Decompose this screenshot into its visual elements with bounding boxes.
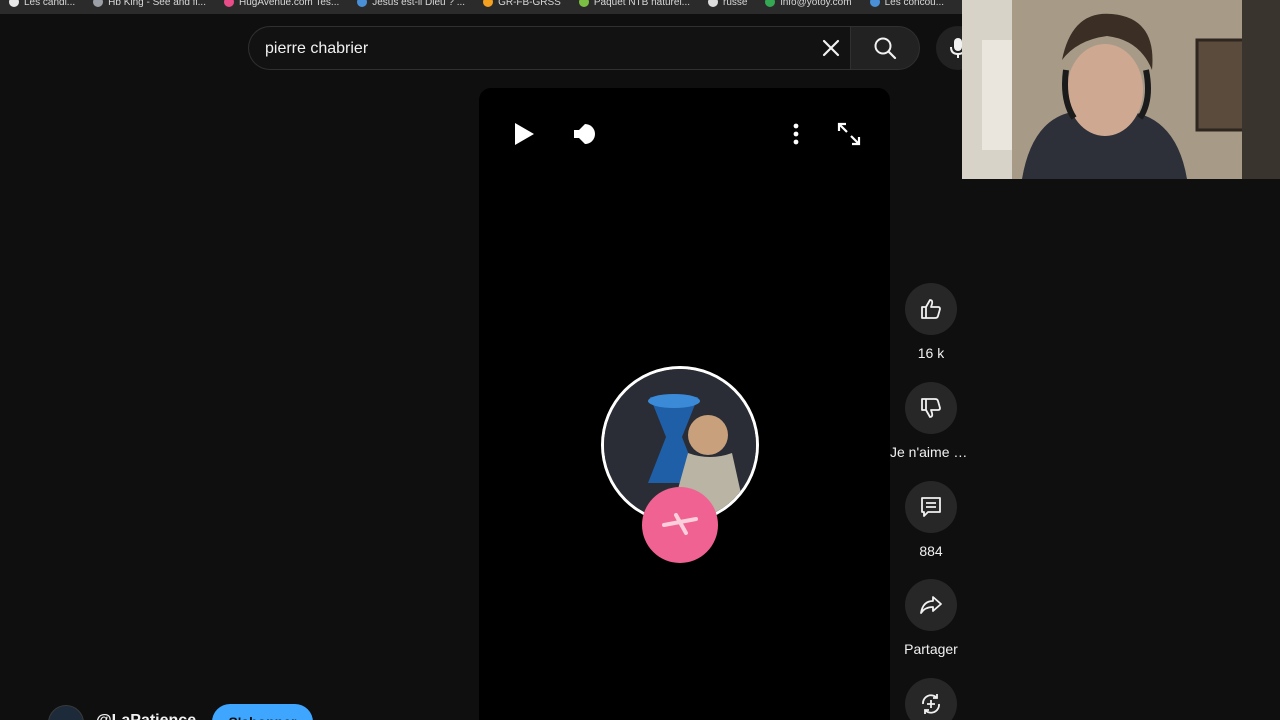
bookmark-label: Hb King - See and fi... — [108, 0, 206, 8]
bookmark-item[interactable]: Hb King - See and fi... — [84, 0, 215, 9]
like-count: 16 k — [917, 345, 945, 361]
bookmark-item[interactable]: HugAvenue.com Tes... — [215, 0, 348, 9]
play-button[interactable] — [508, 118, 540, 150]
bookmark-favicon-icon — [9, 0, 19, 7]
share-icon — [920, 596, 942, 614]
bookmark-item[interactable]: Les concou... — [861, 0, 953, 9]
fullscreen-button[interactable] — [833, 118, 865, 150]
thumbs-down-icon — [921, 398, 941, 418]
bookmark-label: Jésus est-il Dieu ? ... — [372, 0, 466, 8]
bookmark-favicon-icon — [93, 0, 104, 7]
bookmark-label: Les concou... — [884, 0, 945, 8]
subscribe-button[interactable]: S'abonner — [212, 704, 313, 720]
video-frame-image — [601, 366, 759, 563]
share-label: Partager — [904, 641, 958, 657]
bookmark-item[interactable]: Paquet NTB naturel... — [570, 0, 699, 9]
bookmark-item[interactable]: info@yotoy.com — [756, 0, 860, 9]
like-action: 16 k — [890, 283, 972, 361]
bookmark-favicon-icon — [869, 0, 880, 7]
bookmark-favicon-icon — [357, 0, 368, 7]
bookmark-favicon-icon — [483, 0, 494, 7]
comment-icon — [921, 497, 941, 517]
bookmark-item[interactable]: Jésus est-il Dieu ? ... — [348, 0, 474, 9]
play-icon — [515, 123, 534, 145]
remix-action — [890, 678, 972, 720]
bookmark-favicon-icon — [224, 0, 234, 7]
search-button[interactable] — [850, 26, 920, 70]
bookmark-label: info@yotoy.com — [780, 0, 852, 8]
volume-button[interactable] — [568, 118, 600, 150]
more-options-button[interactable] — [780, 118, 812, 150]
search-input[interactable] — [265, 37, 805, 61]
dislike-action: Je n'aime pas — [890, 382, 972, 460]
bookmark-label: HugAvenue.com Tes... — [239, 0, 340, 8]
like-button[interactable] — [905, 283, 957, 335]
bookmark-label: Paquet NTB naturel... — [593, 0, 691, 8]
bookmark-item[interactable]: russe — [699, 0, 756, 9]
bookmark-favicon-icon — [765, 0, 776, 7]
clear-search-button[interactable] — [814, 31, 848, 65]
search-box — [248, 26, 850, 70]
more-vert-icon — [793, 123, 799, 145]
bookmark-favicon-icon — [578, 0, 589, 7]
comment-count: 884 — [919, 543, 943, 559]
bookmark-label: russe — [723, 0, 748, 8]
channel-avatar[interactable] — [48, 705, 84, 720]
dislike-label: Je n'aime pas — [890, 444, 972, 460]
search-icon — [874, 37, 897, 60]
thumbs-up-icon — [921, 299, 941, 319]
volume-icon — [574, 124, 595, 144]
fullscreen-icon — [837, 122, 861, 146]
bookmark-favicon-icon — [708, 0, 719, 7]
remix-button[interactable] — [905, 678, 957, 720]
close-icon — [822, 39, 840, 57]
bookmark-item[interactable]: GR-FB-GRSS — [474, 0, 570, 9]
bookmark-label: GR-FB-GRSS — [498, 0, 561, 8]
remix-icon — [922, 694, 940, 714]
channel-handle[interactable]: @LaPatience — [96, 712, 196, 720]
bookmark-item[interactable]: Les candi... — [0, 0, 84, 9]
webcam-overlay — [962, 0, 1280, 179]
share-action: Partager — [890, 579, 972, 657]
bookmark-label: Les candi... — [24, 0, 76, 8]
dislike-button[interactable] — [905, 382, 957, 434]
share-button[interactable] — [905, 579, 957, 631]
comments-button[interactable] — [905, 481, 957, 533]
comments-action: 884 — [890, 481, 972, 559]
